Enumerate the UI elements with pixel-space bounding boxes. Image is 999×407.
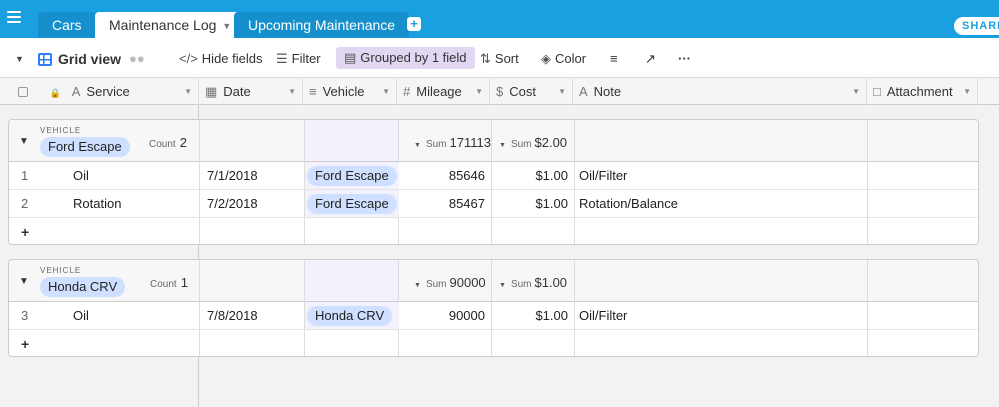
cell-vehicle[interactable]: Honda CRV [307, 302, 393, 330]
color-button[interactable]: ◈ Color [541, 49, 586, 69]
add-row-button[interactable]: + [9, 330, 978, 356]
chevron-down-icon[interactable]: ▼ [475, 79, 483, 105]
column-header-vehicle[interactable]: ≡ Vehicle ▼ [303, 79, 397, 105]
group-header[interactable]: ▼ VEHICLE Honda CRV Count 1 ▼ Sum 90000 ▼ Su… [9, 260, 978, 302]
tab-maintenance-log[interactable]: Maintenance Log ▼ [95, 12, 246, 39]
group-count: Count 2 [149, 135, 187, 150]
group-field-label: VEHICLE [40, 126, 82, 135]
cell-cost[interactable]: $1.00 [492, 162, 568, 190]
cell-note[interactable]: Rotation/Balance [579, 190, 678, 218]
mileage-sum[interactable]: ▼ Sum 171113 [414, 135, 491, 150]
chevron-down-icon[interactable]: ▼ [852, 79, 860, 105]
tab-label: Upcoming Maintenance [248, 17, 396, 33]
mileage-sum[interactable]: ▼ Sum 90000 [414, 275, 486, 290]
table-row[interactable]: 2 Rotation 7/2/2018 Ford Escape 85467 $1… [9, 190, 978, 218]
cell-mileage[interactable]: 90000 [399, 302, 485, 330]
group-value-pill: Honda CRV [40, 277, 126, 297]
filter-button[interactable]: ☰ Filter [276, 49, 321, 69]
chevron-down-icon[interactable]: ▼ [963, 79, 971, 105]
view-switcher-chevron-icon[interactable]: ▼ [15, 49, 24, 69]
view-toolbar: ▼ Grid view ●● </> Hide fields ☰ Filter ▤ G… [0, 38, 999, 78]
group-honda-crv: ▼ VEHICLE Honda CRV Count 1 ▼ Sum 90000 ▼ Su… [8, 259, 979, 357]
table-row[interactable]: 1 Oil 7/1/2018 Ford Escape 85646 $1.00 O… [9, 162, 978, 190]
text-field-icon: A [71, 84, 81, 99]
chevron-down-icon[interactable]: ▼ [558, 79, 566, 105]
group-ford-escape: ▼ VEHICLE Ford Escape Count 2 ▼ Sum 171113 … [8, 119, 979, 245]
cell-service[interactable]: Oil [73, 162, 89, 190]
column-header-service[interactable]: 🔒 A Service ▼ [0, 79, 199, 105]
hide-fields-button[interactable]: </> Hide fields [179, 49, 263, 69]
cell-service[interactable]: Rotation [73, 190, 121, 218]
cell-note[interactable]: Oil/Filter [579, 302, 627, 330]
share-button[interactable]: SHARE [954, 17, 999, 35]
paint-bucket-icon: ◈ [541, 51, 551, 66]
grid-icon [38, 53, 52, 66]
cell-service[interactable]: Oil [73, 302, 89, 330]
tab-label: Cars [52, 17, 82, 33]
column-header-cost[interactable]: $ Cost ▼ [490, 79, 573, 105]
group-count: Count 1 [150, 275, 188, 290]
filter-icon: ☰ [276, 51, 288, 66]
menu-icon[interactable] [7, 11, 21, 23]
chevron-down-icon[interactable]: ▼ [288, 79, 296, 105]
column-header-row: 🔒 A Service ▼ ▦ Date ▼ ≡ Vehicle ▼ # Mileage ▼ … [0, 79, 999, 105]
attachment-icon: □ [873, 84, 881, 99]
tab-upcoming-maintenance[interactable]: Upcoming Maintenance [234, 12, 410, 38]
group-value-pill: Ford Escape [40, 137, 130, 157]
cell-note[interactable]: Oil/Filter [579, 162, 627, 190]
tab-bar: Cars Maintenance Log ▼ Upcoming Maintenan… [0, 0, 999, 38]
column-header-date[interactable]: ▦ Date ▼ [199, 79, 303, 105]
select-all-checkbox[interactable] [18, 87, 28, 97]
cell-mileage[interactable]: 85467 [399, 190, 485, 218]
sort-icon: ⇅ [480, 51, 491, 66]
cell-date[interactable]: 7/1/2018 [207, 162, 258, 190]
column-header-mileage[interactable]: # Mileage ▼ [397, 79, 490, 105]
cell-date[interactable]: 7/2/2018 [207, 190, 258, 218]
plus-icon: + [21, 224, 30, 240]
currency-icon: $ [496, 84, 504, 99]
add-row-button[interactable]: + [9, 218, 978, 244]
chevron-down-icon[interactable]: ▼ [382, 79, 390, 105]
column-header-note[interactable]: A Note ▼ [573, 79, 867, 105]
cell-cost[interactable]: $1.00 [492, 302, 568, 330]
text-field-icon: A [579, 84, 588, 99]
plus-icon: + [21, 336, 30, 352]
group-header[interactable]: ▼ VEHICLE Ford Escape Count 2 ▼ Sum 171113 … [9, 120, 978, 162]
chevron-down-icon[interactable]: ▼ [222, 13, 231, 39]
chevron-down-icon[interactable]: ▼ [184, 79, 192, 105]
cell-date[interactable]: 7/8/2018 [207, 302, 258, 330]
cell-mileage[interactable]: 85646 [399, 162, 485, 190]
row-number: 3 [21, 308, 29, 323]
group-icon: ▤ [344, 50, 357, 65]
cost-sum[interactable]: ▼ Sum $2.00 [499, 135, 567, 150]
group-button[interactable]: ▤ Grouped by 1 field [336, 47, 475, 69]
group-field-label: VEHICLE [40, 266, 82, 275]
number-icon: # [403, 84, 411, 99]
column-header-attachment[interactable]: □ Attachment ▼ [867, 79, 978, 105]
hide-icon: </> [179, 51, 198, 66]
more-options-icon[interactable]: ··· [678, 49, 691, 69]
collaborators-icon[interactable]: ●● [129, 49, 145, 69]
add-table-icon[interactable]: + [407, 17, 421, 31]
cost-sum[interactable]: ▼ Sum $1.00 [499, 275, 567, 290]
row-number: 1 [21, 168, 29, 183]
cell-cost[interactable]: $1.00 [492, 190, 568, 218]
row-number: 2 [21, 196, 29, 211]
share-view-icon[interactable]: ↗ [645, 49, 656, 69]
cell-vehicle[interactable]: Ford Escape [307, 190, 397, 218]
lock-icon: 🔒 [49, 88, 61, 98]
tab-cars[interactable]: Cars [38, 12, 96, 38]
view-name[interactable]: Grid view [38, 49, 121, 69]
link-field-icon: ≡ [309, 84, 317, 99]
cell-vehicle[interactable]: Ford Escape [307, 162, 397, 190]
tab-label: Maintenance Log [109, 17, 217, 33]
collapse-caret-icon[interactable]: ▼ [19, 136, 29, 147]
table-row[interactable]: 3 Oil 7/8/2018 Honda CRV 90000 $1.00 Oil… [9, 302, 978, 330]
row-height-icon[interactable]: ≡ [610, 49, 618, 69]
sort-button[interactable]: ⇅ Sort [480, 49, 519, 69]
calendar-icon: ▦ [205, 84, 218, 99]
collapse-caret-icon[interactable]: ▼ [19, 276, 29, 287]
